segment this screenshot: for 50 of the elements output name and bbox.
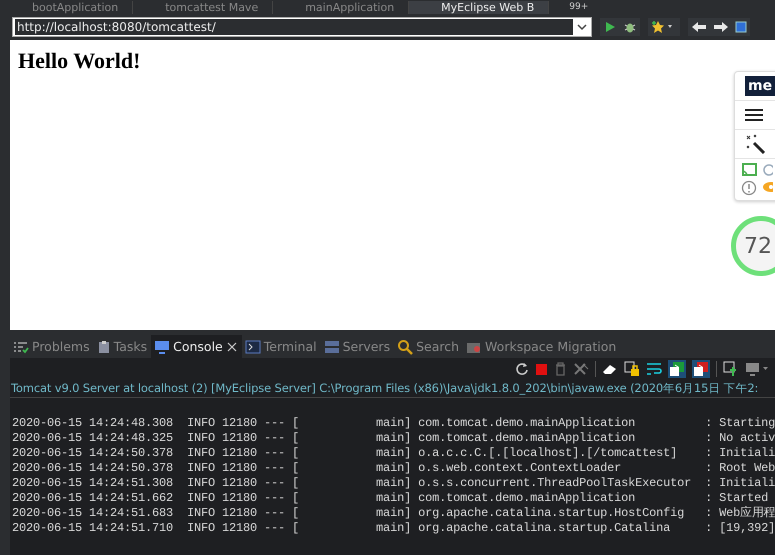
magic-wand-icon[interactable] bbox=[745, 134, 765, 154]
log-line: 2020-06-15 14:24:50.378 INFO 12180 --- [ main] o.s.web.context.ContextLoader : Root Web bbox=[12, 461, 775, 476]
panel-tab[interactable]: Problems bbox=[10, 335, 94, 358]
clipboard-icon bbox=[96, 340, 111, 354]
editor-tab[interactable]: tomcattest Mave bbox=[133, 1, 274, 14]
panel-tab[interactable]: Workspace Migration bbox=[463, 335, 620, 358]
scroll-lock-icon[interactable] bbox=[624, 361, 640, 377]
log-line: 2020-06-15 14:24:51.710 INFO 12180 --- [ main] org.apache.catalina.startup.Catalina : [19,392] bbox=[12, 521, 775, 536]
console-icon[interactable] bbox=[692, 360, 710, 378]
menu-icon[interactable] bbox=[745, 108, 763, 122]
close-icon[interactable] bbox=[226, 340, 238, 352]
panel-tab[interactable]: Terminal bbox=[242, 335, 321, 358]
forward-arrow-icon[interactable] bbox=[713, 20, 729, 34]
refresh-icon[interactable] bbox=[515, 362, 529, 376]
panel-tab[interactable]: Console bbox=[151, 335, 242, 358]
log-line: 2020-06-15 14:24:48.325 INFO 12180 --- [ main] com.tomcat.demo.mainApplication : No activ bbox=[12, 431, 775, 446]
process-label: Tomcat v9.0 Server at localhost (2) [MyEclipse Server] C:\Program Files (x86)\Java\jdk1.8.0_202\bin\javaw.exe (2020年6月15日 下午2: bbox=[10, 380, 775, 398]
problems-icon bbox=[13, 340, 29, 354]
trash-icon[interactable] bbox=[554, 362, 567, 376]
eraser-icon[interactable] bbox=[602, 362, 618, 376]
overflow-badge[interactable]: 99+ bbox=[569, 0, 588, 14]
url-field[interactable]: http://localhost:8080/tomcattest/ bbox=[12, 17, 592, 37]
log-line: 2020-06-15 14:24:48.308 INFO 12180 --- [ main] com.tomcat.demo.mainApplication : Starting bbox=[12, 416, 775, 431]
word-wrap-icon[interactable] bbox=[646, 362, 662, 376]
log-line: 2020-06-15 14:24:51.662 INFO 12180 --- [ main] com.tomcat.demo.mainApplication : Started bbox=[12, 491, 770, 506]
back-arrow-icon[interactable] bbox=[691, 20, 707, 34]
cast-icon[interactable] bbox=[741, 163, 757, 177]
search-icon bbox=[397, 338, 414, 354]
editor-tab[interactable]: bootApplication bbox=[0, 1, 134, 14]
terminate-icon[interactable] bbox=[535, 362, 548, 376]
server-icon bbox=[324, 340, 340, 354]
page-heading: Hello World! bbox=[17, 47, 142, 75]
warning-icon[interactable] bbox=[741, 180, 757, 196]
remove-all-icon[interactable] bbox=[573, 362, 589, 376]
editor-tab[interactable]: MyEclipse Web B bbox=[409, 1, 550, 14]
score-badge: 72 bbox=[731, 216, 775, 276]
run-icon[interactable] bbox=[603, 20, 617, 34]
panel-tab[interactable]: Search bbox=[394, 335, 464, 358]
monitor-icon[interactable] bbox=[745, 362, 771, 376]
terminal-icon bbox=[244, 340, 261, 354]
log-line: 2020-06-15 14:24:51.308 INFO 12180 --- [ main] o.s.s.concurrent.ThreadPoolTaskExecutor : Initiali bbox=[12, 476, 775, 491]
pin-icon[interactable] bbox=[723, 361, 739, 377]
log-line: 2020-06-15 14:24:51.683 INFO 12180 --- [ main] org.apache.catalina.startup.HostConfig : Web应用程 bbox=[12, 506, 775, 521]
extension-logo[interactable]: me bbox=[745, 76, 775, 96]
stop-icon[interactable] bbox=[735, 21, 747, 33]
log-line: 2020-06-15 14:24:50.378 INFO 12180 --- [ main] o.a.c.c.C.[.[localhost].[/tomcattest] : Initiali bbox=[12, 446, 775, 461]
panel-tab[interactable]: Tasks bbox=[94, 335, 152, 358]
monitor-icon bbox=[154, 340, 170, 354]
panel-tab[interactable]: Servers bbox=[320, 335, 394, 358]
console-icon[interactable] bbox=[668, 360, 686, 378]
